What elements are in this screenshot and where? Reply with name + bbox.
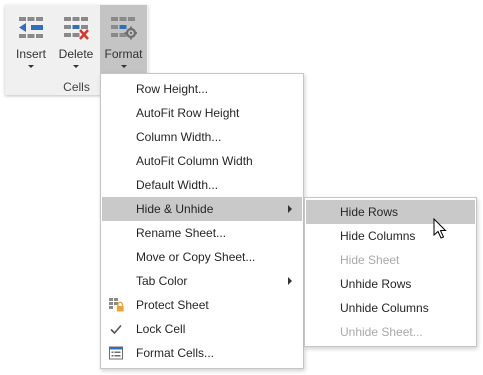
menu-item-label: Format Cells... [136,346,215,360]
menu-item-lock-cell[interactable]: Lock Cell [102,317,302,341]
menu-item-label: Column Width... [136,130,222,144]
format-cells-icon [111,17,137,40]
submenu-arrow-icon [288,205,292,213]
menu-item-label: Hide Sheet [340,253,400,267]
hide-unhide-submenu: Hide Rows Hide Columns Hide Sheet Unhide… [304,197,477,347]
insert-button[interactable]: Insert [9,7,53,75]
format-menu: Row Height... AutoFit Row Height Column … [100,73,304,369]
menu-item-label: AutoFit Column Width [136,154,253,168]
delete-dropdown-caret-icon [73,65,79,68]
insert-dropdown-caret-icon [28,65,34,68]
menu-item-tab-color[interactable]: Tab Color [102,269,302,293]
menu-item-label: Move or Copy Sheet... [136,250,256,264]
protect-sheet-icon [109,298,124,312]
menu-item-label: Hide Rows [340,205,399,219]
menu-item-label: Default Width... [136,178,219,192]
format-cells-dialog-icon [109,346,123,360]
menu-item-label: Unhide Rows [340,277,412,291]
format-button-label: Format [104,47,143,61]
menu-item-label: Unhide Sheet... [340,325,423,339]
menu-item-label: Lock Cell [136,322,186,336]
menu-item-format-cells[interactable]: Format Cells... [102,341,302,365]
delete-button-label: Delete [58,47,94,61]
menu-item-label: Row Height... [136,82,209,96]
menu-item-label: Unhide Columns [340,301,429,315]
submenu-item-unhide-columns[interactable]: Unhide Columns [306,296,475,320]
menu-item-label: Tab Color [136,274,188,288]
insert-button-label: Insert [15,47,46,61]
submenu-item-hide-rows[interactable]: Hide Rows [306,200,475,224]
menu-item-column-width[interactable]: Column Width... [102,125,302,149]
menu-item-label: Rename Sheet... [136,226,227,240]
menu-item-default-width[interactable]: Default Width... [102,173,302,197]
checkmark-icon [110,324,122,335]
app-root: Insert Delete Format Cells Row Height...… [0,0,483,375]
menu-item-hide-unhide[interactable]: Hide & Unhide [102,197,302,221]
menu-item-label: Hide & Unhide [136,202,214,216]
delete-rows-icon [64,17,89,40]
menu-item-move-copy-sheet[interactable]: Move or Copy Sheet... [102,245,302,269]
format-button[interactable]: Format [100,5,147,75]
submenu-item-hide-sheet: Hide Sheet [306,248,475,272]
submenu-item-unhide-sheet: Unhide Sheet... [306,320,475,344]
menu-item-row-height[interactable]: Row Height... [102,77,302,101]
submenu-item-unhide-rows[interactable]: Unhide Rows [306,272,475,296]
menu-item-autofit-column-width[interactable]: AutoFit Column Width [102,149,302,173]
menu-item-label: AutoFit Row Height [136,106,240,120]
submenu-arrow-icon [288,277,292,285]
menu-item-rename-sheet[interactable]: Rename Sheet... [102,221,302,245]
delete-button[interactable]: Delete [54,7,98,75]
mouse-cursor-icon [433,218,447,239]
format-dropdown-caret-icon [120,65,127,68]
submenu-item-hide-columns[interactable]: Hide Columns [306,224,475,248]
menu-item-protect-sheet[interactable]: Protect Sheet [102,293,302,317]
menu-item-autofit-row-height[interactable]: AutoFit Row Height [102,101,302,125]
menu-item-label: Hide Columns [340,229,416,243]
insert-rows-icon [19,17,43,38]
menu-item-label: Protect Sheet [136,298,209,312]
